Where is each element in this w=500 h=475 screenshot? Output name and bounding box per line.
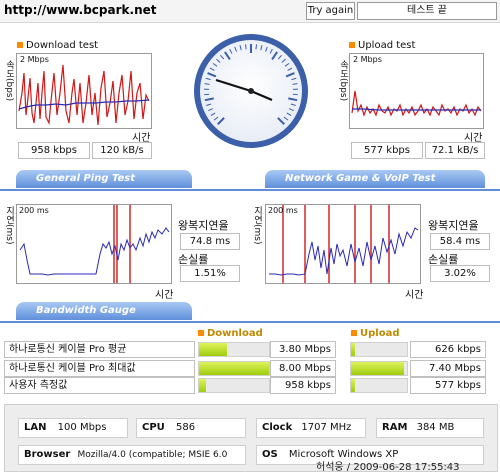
bandwidth-upload-head: Upload [351,328,399,339]
upload-value: 7.40 Mbps [410,360,486,377]
orange-square-icon [349,42,355,48]
download-kbps: 958 kbps [18,142,90,159]
download-bar-fill [199,343,227,356]
cpu-info: CPU 586 [136,418,246,438]
section-bandwidth: Bandwidth Gauge [16,302,192,320]
download-bar-track [198,342,270,357]
upload-ylabel: 속도(bps) [338,60,348,102]
ping2-rtt: 58.4 ms [430,233,490,250]
browser-info: Browser Mozilla/4.0 (compatible; MSIE 6.… [18,445,246,465]
upload-kBs: 72.1 kB/s [425,142,485,159]
ping1-loss: 1.51% [180,265,240,282]
ram-value: 384 MB [416,422,455,433]
download-ymax: 2 Mbps [20,55,49,64]
site-url: http://www.bcpark.net [4,3,157,17]
upload-bar-track [350,342,408,357]
ping1-chart [16,204,172,284]
bandwidth-download-head: Download [198,328,263,339]
download-bar-fill [199,362,269,375]
ping2-chart [265,204,421,284]
upload-bar-fill [351,343,356,356]
bandwidth-row-label: 하나로통신 케이블 Pro 최대값 [4,360,195,377]
browser-value: Mozilla/4.0 (compatible; MSIE 6.0 [77,450,228,460]
ping2-rtt-label: 왕복지연율 [428,219,479,232]
upload-bar-fill [351,379,355,392]
clock-info: Clock 1707 MHz [256,418,366,438]
download-chart [16,53,152,129]
ping2-xlabel: 시간 [405,290,424,301]
upload-title: Upload test [349,40,415,51]
os-label: OS [262,449,278,460]
section-game: Network Game & VoIP Test [265,170,485,188]
upload-value: 577 kbps [410,377,486,394]
orange-square-icon [198,330,204,336]
timestamp-signature: 허석웅 / 2009-06-28 17:55:43 [316,462,460,473]
orange-square-icon [351,330,357,336]
download-bar-fill [199,379,206,392]
download-title-text: Download test [26,40,99,51]
ping2-ylabel: 지연(ms) [252,206,262,245]
ping2-loss: 3.02% [430,265,490,282]
download-bar-track [198,378,270,393]
bandwidth-row-label: 하나로통신 케이블 Pro 평균 [4,341,195,358]
upload-bar-track [350,361,408,376]
ping1-xlabel: 시간 [155,290,174,301]
ping1-rtt-label: 왕복지연율 [178,219,229,232]
try-again-button[interactable]: Try again [306,2,355,20]
ram-info: RAM 384 MB [376,418,484,438]
download-value: 8.00 Mbps [270,360,336,377]
download-title: Download test [17,40,98,51]
section-ping: General Ping Test [16,170,192,188]
cpu-label: CPU [142,422,165,433]
download-ylabel: 속도(bps) [4,60,14,102]
test-status: 테스트 끝 [357,2,497,20]
ram-label: RAM [382,422,408,433]
browser-label: Browser [24,449,71,460]
clock-value: 1707 MHz [301,422,352,433]
ping2-ymax: 200 ms [268,206,298,215]
lan-label: LAN [24,422,47,433]
gauge-tick [255,44,258,50]
bandwidth-divider [0,321,500,323]
speed-test-window: http://www.bcpark.net Try again 테스트 끝 Do… [0,0,500,475]
download-value: 3.80 Mbps [270,341,336,358]
upload-value: 626 kbps [410,341,486,358]
section-divider [0,189,500,191]
upload-kbps: 577 kbps [351,142,423,159]
upload-chart [349,53,484,129]
ping1-rtt: 74.8 ms [180,233,240,250]
speed-gauge [194,34,308,148]
lan-value: 100 Mbps [57,422,107,433]
download-value: 958 kbps [270,377,336,394]
upload-bar-track [350,378,408,393]
ping1-ymax: 200 ms [19,206,49,215]
bandwidth-download-head-text: Download [207,328,263,339]
gauge-tick [244,44,247,50]
clock-label: Clock [262,422,293,433]
download-kBs: 120 kB/s [92,142,152,159]
upload-ymax: 2 Mbps [353,55,382,64]
upload-title-text: Upload test [358,40,416,51]
download-bar-track [198,361,270,376]
bandwidth-upload-head-text: Upload [360,328,400,339]
header-bar: http://www.bcpark.net Try again 테스트 끝 [0,0,500,23]
bandwidth-row-label: 사용자 측정값 [4,377,195,394]
upload-bar-fill [351,362,405,375]
cpu-value: 586 [175,422,196,433]
ping1-ylabel: 지연(ms) [4,206,14,245]
orange-square-icon [17,42,23,48]
lan-info: LAN 100 Mbps [18,418,128,438]
